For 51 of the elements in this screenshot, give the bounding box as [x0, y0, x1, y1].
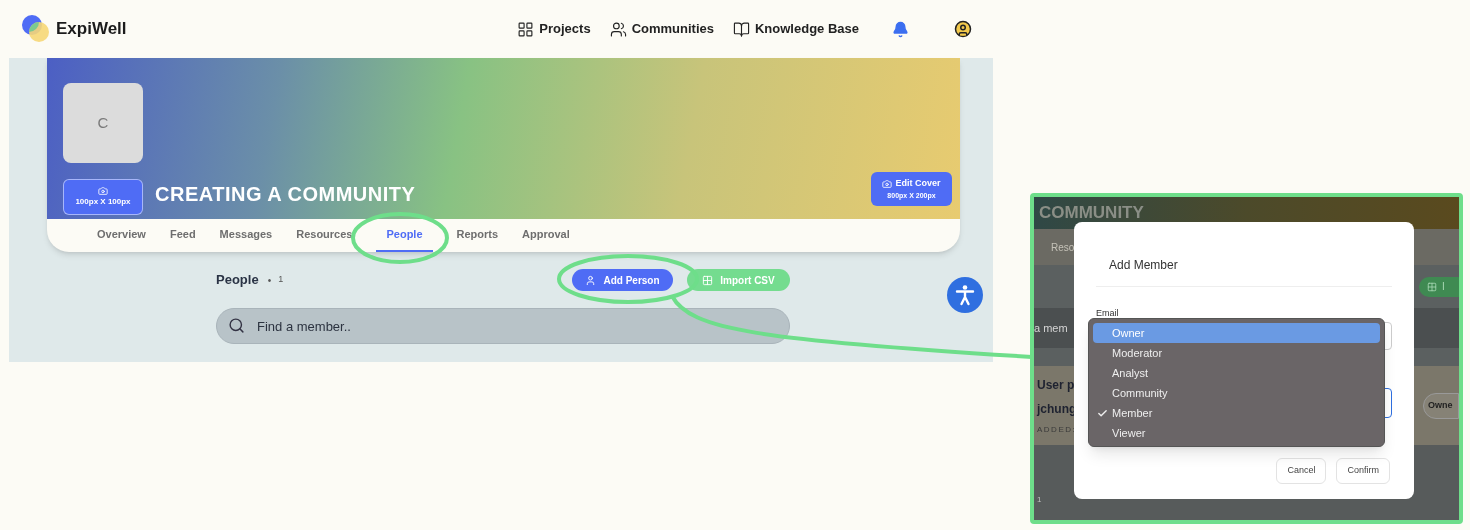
accessibility-icon	[954, 284, 976, 306]
community-title: CREATING A COMMUNITY	[155, 182, 416, 207]
grid-icon	[702, 274, 714, 286]
avatar-upload-button[interactable]: 100px X 100px	[63, 179, 143, 215]
confirm-button[interactable]: Confirm	[1336, 458, 1390, 484]
dropdown-option[interactable]: Community	[1093, 383, 1380, 403]
backdrop-role-pill: Owne	[1423, 392, 1459, 419]
nav-link[interactable]: Knowledge Base	[732, 19, 859, 39]
grid-icon	[1427, 281, 1437, 292]
backdrop-added-label: ADDED:	[1037, 423, 1077, 436]
accessibility-button[interactable]	[947, 277, 983, 313]
camera-icon	[98, 186, 108, 196]
dropdown-option[interactable]: Moderator	[1093, 343, 1380, 363]
logo-icon	[21, 14, 51, 44]
email-label: Email	[1096, 309, 1120, 318]
nav-link[interactable]: Communities	[609, 19, 714, 39]
tab[interactable]: Messages	[219, 219, 273, 252]
tab[interactable]: Overview	[97, 219, 146, 252]
tab[interactable]: Feed	[169, 219, 196, 252]
search-field[interactable]: Find a member..	[216, 308, 790, 344]
avatar-tile: C	[63, 83, 143, 163]
backdrop-page-number: 1	[1037, 494, 1042, 506]
notification-bell-icon[interactable]	[892, 20, 909, 38]
section-heading: People	[216, 271, 259, 290]
cancel-button[interactable]: Cancel	[1276, 458, 1327, 484]
checkmark-icon	[1097, 407, 1108, 419]
backdrop-tab-label: Reso	[1051, 240, 1075, 255]
search-icon	[228, 317, 245, 334]
tab[interactable]: Reports	[456, 219, 499, 252]
tab[interactable]: Resources	[296, 219, 353, 252]
modal-title: Add Member	[1108, 257, 1179, 274]
nav-icon	[732, 20, 750, 38]
user-avatar-icon[interactable]	[954, 20, 972, 38]
dropdown-option[interactable]: Owner	[1093, 323, 1380, 343]
member-count: 1	[278, 273, 284, 287]
person-icon	[585, 274, 597, 286]
brand-name[interactable]: ExpiWell	[56, 16, 127, 42]
add-person-button[interactable]: Add Person	[572, 269, 673, 291]
tab[interactable]: Approval	[522, 219, 570, 252]
tab[interactable]: People	[376, 219, 433, 252]
dropdown-option[interactable]: Analyst	[1093, 363, 1380, 383]
nav-icon	[517, 20, 535, 38]
backdrop-card-title: User p	[1037, 376, 1076, 394]
nav-link[interactable]: Projects	[517, 19, 591, 39]
dropdown-option[interactable]: Member	[1093, 403, 1380, 423]
separator-dot: •	[267, 273, 272, 288]
dropdown-option[interactable]: Viewer	[1093, 423, 1380, 443]
backdrop-title: COMMUNITY	[1039, 202, 1144, 225]
backdrop-search-text: a mem	[1034, 320, 1068, 336]
nav-icon	[609, 20, 627, 38]
camera-icon	[882, 178, 893, 189]
